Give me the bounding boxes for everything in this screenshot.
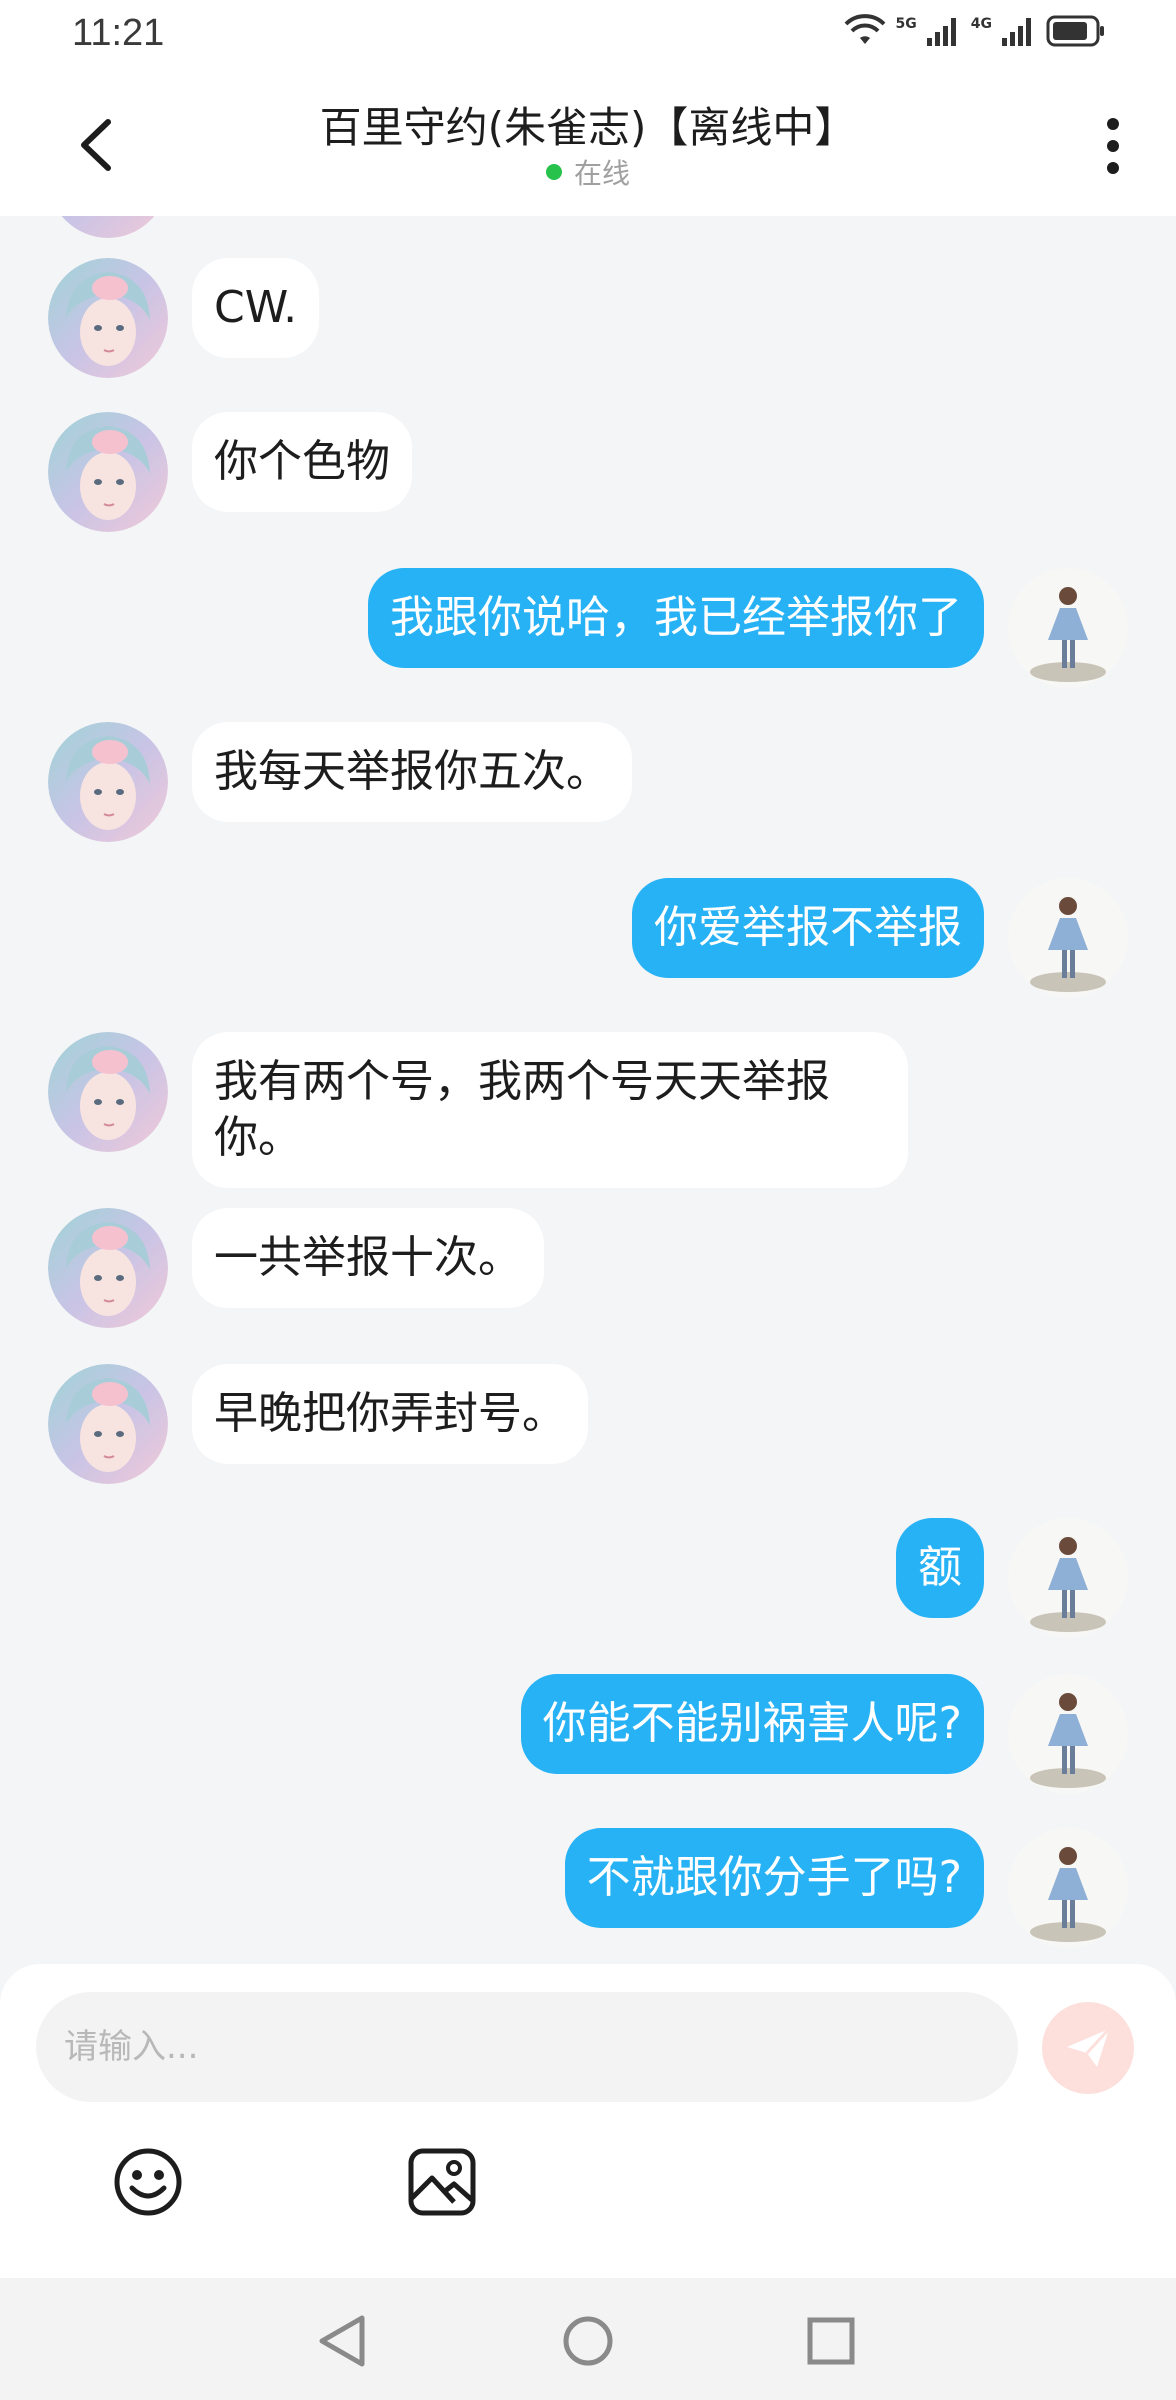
message-bubble[interactable]: 额: [896, 1518, 984, 1618]
message-input[interactable]: [36, 1992, 1018, 2102]
send-icon: [1067, 2027, 1111, 2067]
status-time: 11:21: [72, 12, 165, 54]
status-bar: 11:21 5G 4G: [0, 0, 1176, 72]
contact-avatar-image: [48, 1208, 168, 1328]
message-bubble[interactable]: 我每天举报你五次。: [192, 722, 632, 822]
nav-recent-icon: [807, 2317, 855, 2365]
contact-avatar-image: [48, 722, 168, 842]
emoji-button[interactable]: [110, 2144, 186, 2220]
message-bubble[interactable]: 不就跟你分手了吗?: [564, 1828, 984, 1928]
message-bubble[interactable]: 我跟你说哈，我已经举报你了: [368, 568, 984, 668]
user-avatar[interactable]: [1008, 1518, 1128, 1638]
user-avatar[interactable]: [1008, 1674, 1128, 1794]
chat-area[interactable]: CW. 你个色物 我跟你说哈，我已经举报你了 我每天举报你五次。 你爱举报不举报…: [0, 216, 1176, 1964]
online-dot-icon: [545, 164, 562, 180]
image-icon: [408, 2148, 476, 2216]
system-nav-bar: [0, 2278, 1176, 2400]
user-avatar-image: [1008, 1518, 1128, 1638]
message-bubble[interactable]: 你个色物: [192, 412, 412, 512]
message-bubble[interactable]: 你爱举报不举报: [632, 878, 984, 978]
user-avatar[interactable]: [1008, 878, 1128, 998]
message-bubble[interactable]: CW.: [192, 258, 320, 358]
battery-icon: [1046, 15, 1104, 47]
user-avatar[interactable]: [1008, 568, 1128, 688]
message-bubble[interactable]: 早晚把你弄封号。: [192, 1364, 588, 1464]
emoji-icon: [114, 2148, 182, 2216]
contact-avatar-image: [48, 258, 168, 378]
contact-avatar[interactable]: [48, 1032, 168, 1152]
send-button[interactable]: [1042, 2002, 1134, 2094]
user-avatar-image: [1008, 1828, 1128, 1948]
contact-avatar-image: [48, 1032, 168, 1152]
signal-icon-2: [1002, 18, 1031, 46]
network-label-2: 4G: [970, 16, 992, 32]
user-avatar-image: [1008, 1674, 1128, 1794]
input-bar: [0, 1964, 1176, 2278]
message-bubble[interactable]: 一共举报十次。: [192, 1208, 544, 1308]
user-avatar-image: [1008, 568, 1128, 688]
more-button[interactable]: [1098, 116, 1128, 176]
contact-avatar[interactable]: [48, 258, 168, 378]
signal-icon-1: [926, 18, 956, 46]
contact-avatar-image: [61, 216, 155, 238]
contact-avatar[interactable]: [48, 412, 168, 532]
network-label-1: 5G: [895, 16, 917, 32]
wifi-icon: [844, 14, 885, 44]
status-icons: 5G 4G: [844, 14, 1106, 48]
image-button[interactable]: [404, 2144, 480, 2220]
contact-avatar[interactable]: [48, 216, 168, 238]
message-bubble[interactable]: 我有两个号，我两个号天天举报你。: [192, 1032, 908, 1188]
user-avatar-image: [1008, 878, 1128, 998]
nav-home-icon: [563, 2316, 613, 2366]
nav-home-button[interactable]: [553, 2306, 623, 2376]
contact-status-text: 在线: [573, 157, 630, 190]
contact-name: 百里守约(朱雀志)【离线中】: [319, 103, 857, 152]
contact-avatar-image: [48, 1364, 168, 1484]
contact-status: 在线: [0, 152, 1176, 192]
contact-avatar[interactable]: [48, 1208, 168, 1328]
more-vertical-icon: [1107, 118, 1119, 174]
contact-avatar[interactable]: [48, 722, 168, 842]
message-bubble[interactable]: 你能不能别祸害人呢?: [520, 1674, 984, 1774]
user-avatar[interactable]: [1008, 1828, 1128, 1948]
chat-header: 百里守约(朱雀志)【离线中】 在线: [0, 72, 1176, 216]
nav-back-icon: [319, 2315, 365, 2367]
contact-avatar[interactable]: [48, 1364, 168, 1484]
nav-recent-button[interactable]: [796, 2306, 866, 2376]
contact-avatar-image: [48, 412, 168, 532]
nav-back-button[interactable]: [308, 2306, 378, 2376]
